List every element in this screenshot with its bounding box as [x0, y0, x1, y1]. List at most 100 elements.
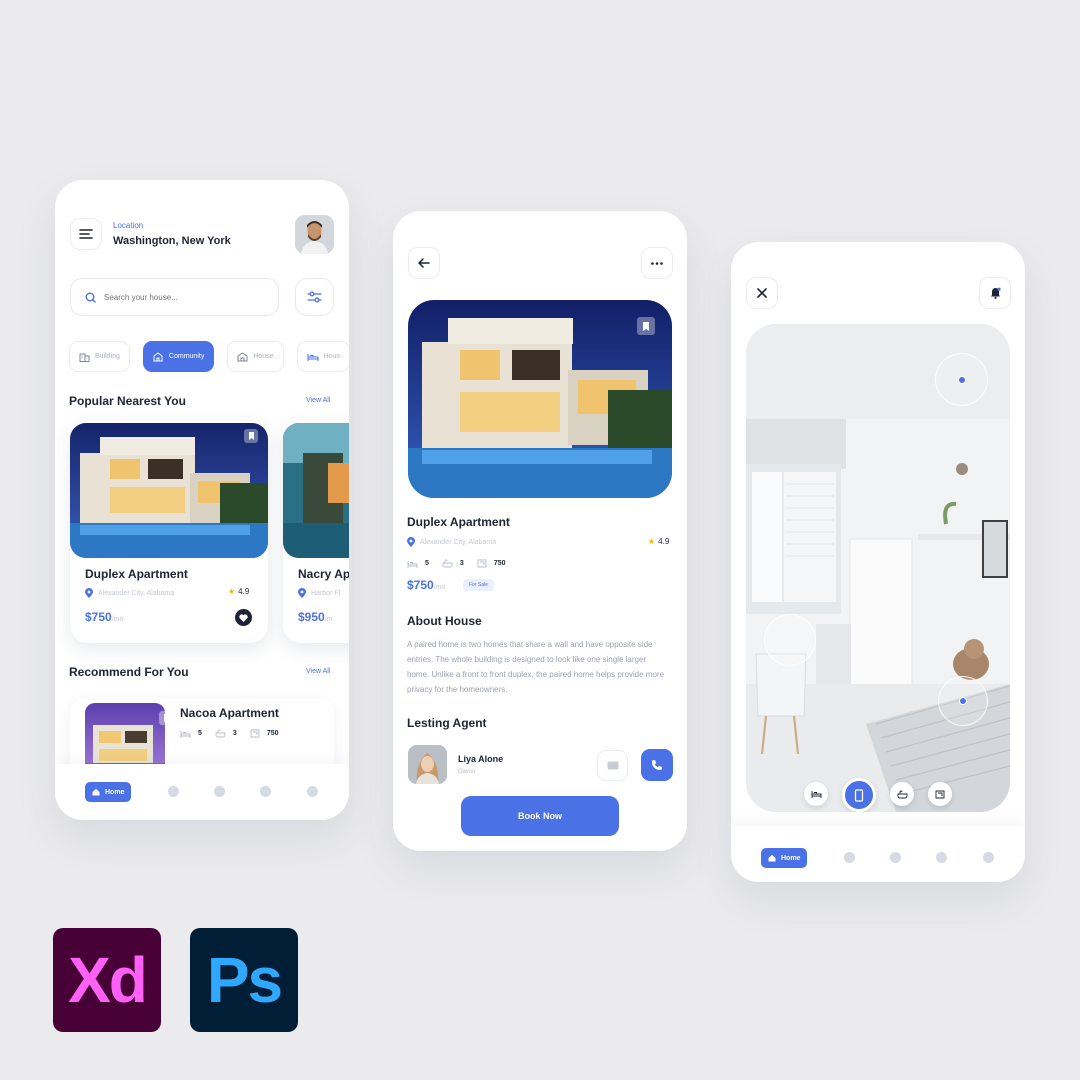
bell-icon — [990, 287, 1001, 299]
baths-feature: 3 — [442, 559, 464, 568]
bottom-navigation: Home — [731, 826, 1025, 882]
bed-icon — [180, 730, 191, 738]
floorplan-icon — [935, 790, 945, 798]
about-title: About House — [407, 614, 482, 628]
bookmark-button[interactable] — [244, 429, 258, 443]
price-value: $750 — [407, 578, 434, 592]
adobe-photoshop-logo: Ps — [190, 928, 298, 1032]
nav-profile-icon[interactable] — [983, 852, 994, 863]
back-button[interactable] — [408, 247, 440, 279]
search-bar[interactable] — [70, 278, 279, 316]
property-address: Alexander City, Alabama — [85, 588, 174, 598]
more-options-button[interactable] — [641, 247, 673, 279]
property-price: $750/mo — [85, 610, 123, 624]
message-agent-button[interactable] — [597, 750, 628, 781]
popular-title: Popular Nearest You — [69, 394, 186, 408]
bookmark-icon — [643, 321, 649, 331]
nav-location-icon[interactable] — [844, 852, 855, 863]
avatar[interactable] — [295, 215, 334, 254]
beds-feature: 5 — [407, 559, 429, 568]
search-icon — [85, 292, 96, 303]
room-360-view[interactable] — [746, 324, 1010, 812]
close-button[interactable] — [746, 277, 778, 309]
rating: ★ 4.9 — [648, 537, 669, 546]
price-period: /mo — [111, 616, 124, 623]
bath-icon — [442, 559, 453, 568]
nav-idea-icon[interactable] — [214, 786, 225, 797]
nav-profile-icon[interactable] — [307, 786, 318, 797]
nav-idea-icon[interactable] — [890, 852, 901, 863]
virtual-tour-screen: Home — [731, 242, 1025, 882]
feature-list: 5 3 750 — [180, 729, 279, 738]
call-agent-button[interactable] — [641, 749, 673, 781]
bookmark-button[interactable] — [159, 711, 173, 725]
chip-label: Community — [168, 353, 205, 360]
sliders-icon — [307, 291, 322, 303]
detail-screen: Duplex Apartment Alexander City, Alabama… — [393, 211, 687, 851]
beds-value: 5 — [198, 730, 202, 737]
area-icon — [477, 559, 487, 568]
chip-label: Hous — [323, 353, 340, 360]
search-input[interactable] — [104, 292, 254, 302]
location-label: Location — [113, 221, 144, 230]
view-floorplan-button[interactable] — [928, 782, 952, 806]
location-pin-icon — [85, 588, 93, 598]
property-card[interactable]: Duplex Apartment Alexander City, Alabama… — [70, 421, 268, 643]
property-hero-photo — [408, 300, 672, 498]
agent-name: Liya Alone — [458, 754, 504, 764]
popular-view-all-link[interactable]: View All — [306, 397, 330, 404]
close-icon — [757, 288, 767, 298]
chip-label: Building — [95, 353, 120, 360]
location-pin-icon — [407, 537, 415, 547]
door-icon — [854, 788, 864, 802]
bookmark-icon — [248, 432, 254, 440]
bed-icon — [811, 791, 821, 798]
property-photo — [283, 423, 349, 558]
chip-label: House — [253, 353, 274, 360]
chip-building[interactable]: Building — [69, 341, 130, 372]
chip-more[interactable]: Hous — [296, 341, 349, 372]
arrow-left-icon — [418, 258, 430, 268]
filter-button[interactable] — [295, 278, 334, 316]
view-bedroom-button[interactable] — [804, 782, 828, 806]
baths-value: 3 — [459, 560, 464, 567]
bookmark-icon — [163, 714, 169, 722]
agent-avatar[interactable] — [408, 745, 447, 784]
heart-icon — [239, 613, 248, 622]
area-feature: 750 — [250, 729, 279, 738]
adobe-xd-logo: Xd — [53, 928, 161, 1032]
location-value[interactable]: Washington, New York — [113, 235, 231, 247]
bath-icon — [897, 790, 907, 798]
view-door-button[interactable] — [842, 778, 876, 812]
chip-house[interactable]: House — [227, 341, 284, 372]
baths-value: 3 — [232, 730, 237, 737]
agent-section-title: Lesting Agent — [407, 716, 487, 730]
recommend-view-all-link[interactable]: View All — [306, 668, 330, 675]
about-description: A paired home is two homes that share a … — [407, 640, 665, 694]
tour-hotspot[interactable] — [938, 676, 988, 726]
nav-chat-icon[interactable] — [260, 786, 271, 797]
beds-value: 5 — [425, 560, 429, 567]
nav-chat-icon[interactable] — [936, 852, 947, 863]
property-address: Harbor Fl — [298, 588, 340, 598]
notification-button[interactable] — [979, 277, 1011, 309]
tour-hotspot[interactable] — [764, 614, 816, 666]
nav-location-icon[interactable] — [168, 786, 179, 797]
nav-home-button[interactable]: Home — [761, 848, 808, 868]
star-icon: ★ — [228, 587, 236, 596]
home-icon — [768, 854, 776, 862]
favorite-button[interactable] — [235, 609, 252, 626]
rating-value: 4.9 — [658, 537, 670, 546]
area-value: 750 — [266, 730, 279, 737]
book-now-button[interactable]: Book Now — [461, 796, 619, 836]
nav-home-button[interactable]: Home — [85, 782, 132, 802]
bookmark-button[interactable] — [637, 317, 655, 335]
feature-list: 5 3 750 — [407, 559, 506, 568]
property-address: Alexander City, Alabama — [407, 537, 496, 547]
chip-community[interactable]: Community — [142, 341, 215, 372]
tour-hotspot[interactable] — [935, 353, 988, 406]
chat-icon — [607, 761, 618, 769]
property-card[interactable]: Nacry Ap Harbor Fl $950/m — [283, 421, 349, 643]
menu-button[interactable] — [70, 218, 102, 250]
view-bathroom-button[interactable] — [890, 782, 914, 806]
